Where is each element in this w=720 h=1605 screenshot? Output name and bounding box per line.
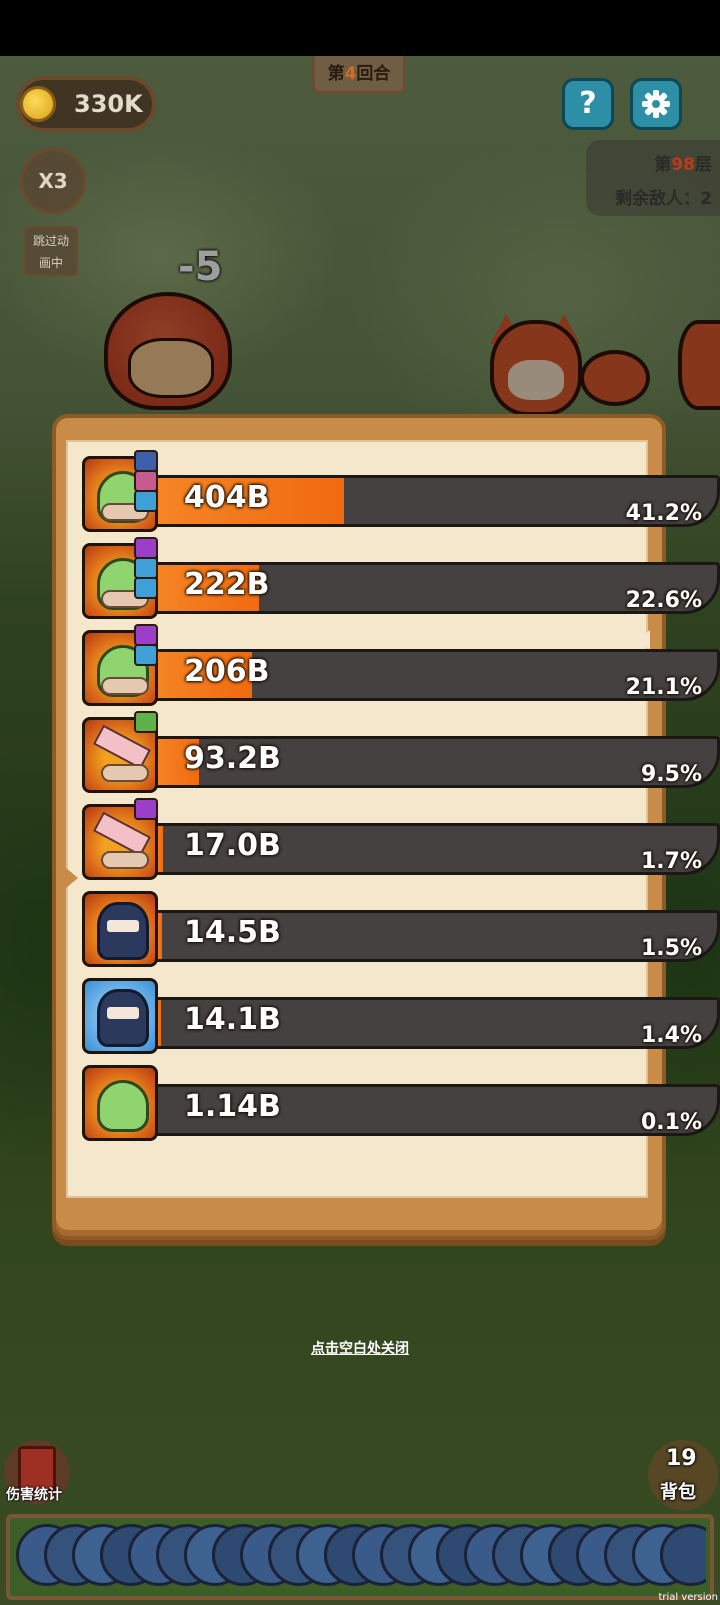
damage-row: 14.1B 1.4% — [82, 978, 720, 1058]
equipment-mini-icon — [134, 644, 158, 666]
equipment-stack — [134, 450, 158, 512]
damage-value: 1.14B — [184, 1089, 281, 1124]
floor-info: 第98层 剩余敌人：2 — [586, 140, 720, 216]
damage-percent: 41.2% — [625, 501, 702, 526]
damage-row: 404B 41.2% — [82, 450, 720, 536]
damage-row: 222B 22.6% — [82, 537, 720, 623]
backpack-label: 背包 — [660, 1482, 696, 1503]
close-hint[interactable]: 点击空白处关闭 — [260, 1338, 460, 1358]
damage-stats-label: 伤害统计 — [6, 1487, 62, 1503]
panel-notch — [66, 868, 78, 888]
skip-label-line2: 画中 — [38, 256, 63, 270]
equipment-mini-icon — [134, 624, 158, 646]
equipment-mini-icon — [134, 557, 158, 579]
equipment-mini-icon — [134, 537, 158, 559]
damage-value: 93.2B — [184, 741, 281, 776]
question-icon: ? — [579, 86, 597, 121]
equipment-mini-icon — [134, 711, 158, 733]
skip-label-line1: 跳过动 — [32, 234, 69, 248]
ninja-icon[interactable] — [82, 891, 158, 967]
damage-percent: 1.5% — [640, 936, 702, 961]
coin-icon — [20, 86, 56, 122]
skip-animation-button[interactable]: 跳过动 画中 — [24, 226, 78, 276]
damage-value: 17.0B — [184, 828, 281, 863]
damage-row: 93.2B 9.5% — [82, 711, 720, 797]
damage-value: 14.5B — [184, 915, 281, 950]
slime-icon[interactable] — [82, 1065, 158, 1141]
equipment-mini-icon — [134, 450, 158, 472]
damage-row: 1.14B 0.1% — [82, 1065, 720, 1145]
damage-value: 14.1B — [184, 1002, 281, 1037]
backpack-count: 19 — [666, 1446, 697, 1471]
damage-row: 17.0B 1.7% — [82, 798, 720, 884]
damage-row: 14.5B 1.5% — [82, 891, 720, 971]
damage-percent: 22.6% — [625, 588, 702, 613]
damage-percent: 0.1% — [640, 1110, 702, 1135]
damage-row: 206B 21.1% — [82, 624, 720, 710]
item-disc-strip[interactable] — [16, 1524, 706, 1590]
equipment-stack — [134, 624, 158, 684]
status-bar — [0, 0, 720, 56]
damage-value: 404B — [184, 480, 270, 515]
speed-button[interactable]: X3 — [20, 148, 86, 214]
equipment-mini-icon — [134, 798, 158, 820]
equipment-mini-icon — [134, 470, 158, 492]
damage-percent: 9.5% — [640, 762, 702, 787]
coin-amount: 330K — [74, 90, 143, 118]
watermark: trial version — [658, 1592, 718, 1603]
damage-value: 206B — [184, 654, 270, 689]
damage-percent: 21.1% — [625, 675, 702, 700]
gear-icon — [642, 90, 670, 118]
floor-number: 第98层 — [654, 155, 712, 175]
equipment-mini-icon — [134, 490, 158, 512]
settings-button[interactable] — [630, 78, 682, 130]
equipment-stack — [134, 798, 158, 858]
enemies-remaining: 剩余敌人：2 — [615, 189, 712, 209]
help-button[interactable]: ? — [562, 78, 614, 130]
damage-value: 222B — [184, 567, 270, 602]
equipment-stack — [134, 537, 158, 599]
equipment-mini-icon — [134, 577, 158, 599]
round-indicator: 第4回合 — [312, 56, 406, 94]
ninja-icon[interactable] — [82, 978, 158, 1054]
damage-percent: 1.7% — [640, 849, 702, 874]
equipment-stack — [134, 711, 158, 771]
damage-percent: 1.4% — [640, 1023, 702, 1048]
